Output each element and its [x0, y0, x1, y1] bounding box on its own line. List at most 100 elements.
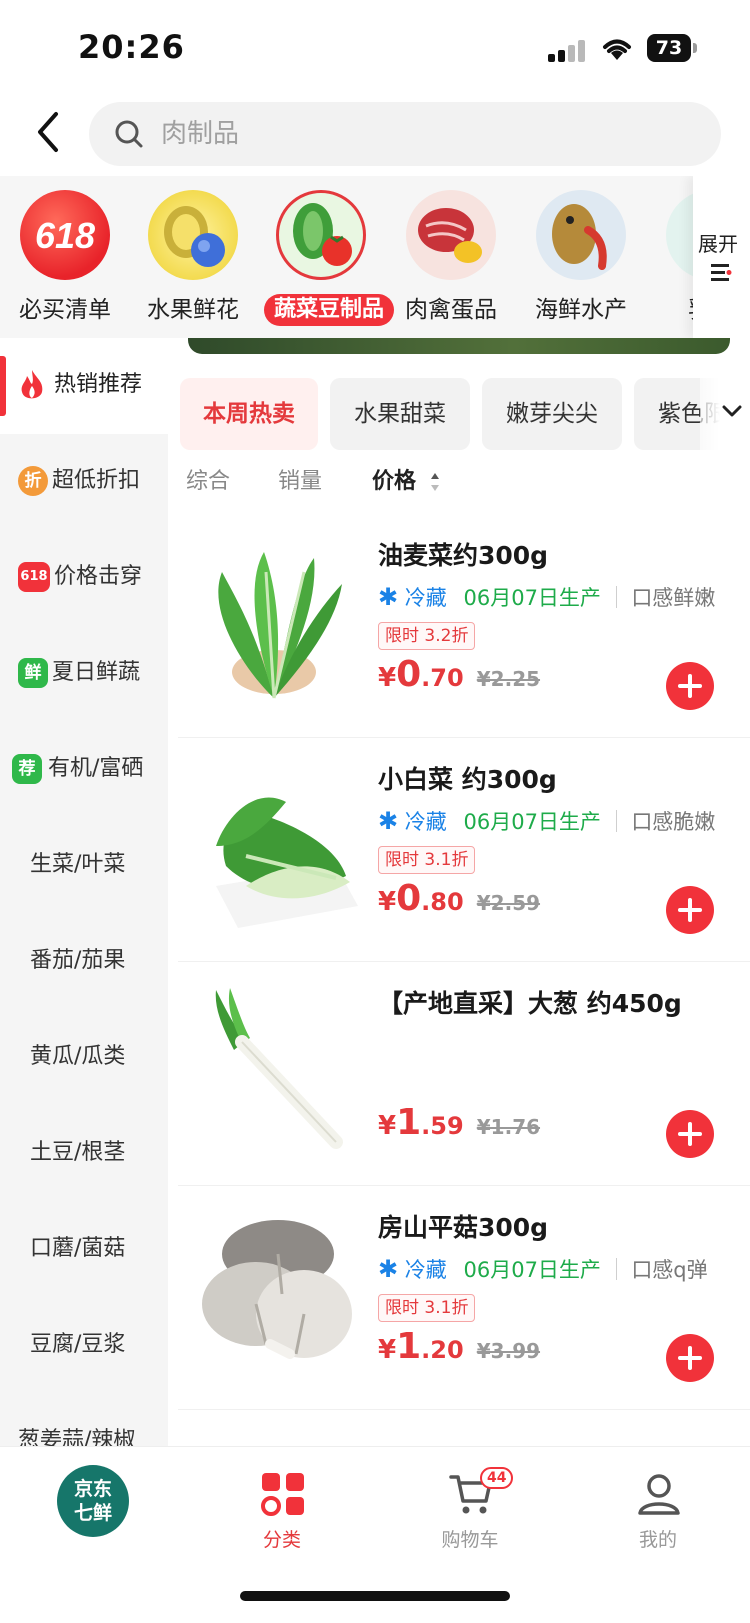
sidebar-item-label: 豆腐/豆浆 [30, 1332, 126, 1357]
logo-line-1: 京东 [73, 1478, 112, 1500]
price-currency: ¥ [378, 1335, 397, 1365]
original-price: ¥2.59 [476, 891, 541, 915]
add-to-cart-button[interactable] [666, 886, 714, 934]
sidebar-item-discount[interactable]: 折 超低折扣 [0, 434, 168, 530]
category-label: 水果鲜花 [147, 297, 239, 323]
snowflake-icon: ✱ [378, 1255, 399, 1283]
sidebar-item-mushroom[interactable]: 口蘑/菌菇 [0, 1202, 168, 1298]
tab-label: 我的 [638, 1529, 677, 1551]
price-row: ¥0.80 ¥2.59 [378, 878, 540, 934]
add-to-cart-button[interactable] [666, 1334, 714, 1382]
production-date: 06月07日生产 [463, 1258, 601, 1282]
sidebar-item-leafy[interactable]: 生菜/叶菜 [0, 818, 168, 914]
scallion-image [215, 988, 343, 1149]
price-currency: ¥ [378, 663, 397, 693]
search-icon [115, 120, 143, 148]
price-row: ¥1.59 ¥1.76 [378, 1102, 540, 1158]
sidebar-item-hot[interactable]: 热销推荐 [0, 338, 168, 434]
sidebar-item-cucumber[interactable]: 黄瓜/瓜类 [0, 1010, 168, 1106]
cart-count-badge: 44 [480, 1467, 514, 1489]
taste-label: 口感鲜嫩 [631, 586, 716, 610]
product-area: 本周热卖 水果甜菜 嫩芽尖尖 紫色限定 综合 销量 价格 油麦菜约300g [168, 338, 750, 1446]
sub-tag-row: 本周热卖 水果甜菜 嫩芽尖尖 紫色限定 [180, 378, 750, 450]
logo-line-2: 七鲜 [73, 1502, 112, 1524]
product-name: 油麦菜约300g [378, 541, 549, 570]
tab-label: 分类 [262, 1529, 301, 1551]
tag-more-button[interactable] [700, 378, 750, 450]
sidebar-item-tofu[interactable]: 豆腐/豆浆 [0, 1298, 168, 1394]
sidebar-item-summer-veg[interactable]: 鲜 夏日鲜蔬 [0, 626, 168, 722]
sidebar-item-organic[interactable]: 荐 有机/富硒 [0, 722, 168, 818]
add-to-cart-button[interactable] [666, 1110, 714, 1158]
battery-level: 73 [647, 34, 691, 62]
storage-label: 冷藏 [404, 810, 447, 834]
original-price: ¥2.25 [476, 667, 541, 691]
category-grid-icon [261, 1473, 304, 1516]
discount-badge-icon: 折 [18, 466, 48, 496]
price-row: ¥1.20 ¥3.99 [378, 1326, 540, 1382]
sidebar-item-price-cut[interactable]: 618 价格击穿 [0, 530, 168, 626]
status-time: 20:26 [78, 28, 185, 66]
original-price: ¥1.76 [476, 1115, 541, 1139]
sort-sales[interactable]: 销量 [278, 466, 322, 498]
category-item-vegetable[interactable]: 蔬菜豆制品 [256, 188, 394, 338]
vegetable-image [276, 190, 366, 280]
product-name: 房山平菇300g [378, 1213, 549, 1242]
category-sidebar: 热销推荐 折 超低折扣 618 价格击穿 鲜 夏日鲜蔬 荐 有机/富硒 生菜/叶… [0, 338, 168, 1446]
price-currency: ¥ [378, 887, 397, 917]
tag-weekly-hot[interactable]: 本周热卖 [180, 378, 318, 450]
category-label: 肉禽蛋品 [405, 297, 497, 323]
sidebar-item-spice[interactable]: 葱姜蒜/辣椒 [0, 1394, 168, 1446]
product-card[interactable]: 油麦菜约300g ✱ 冷藏 06月07日生产 口感鲜嫩 限时 3.2折 ¥0.7… [178, 514, 750, 738]
discount-tag: 限时 3.1折 [378, 846, 476, 874]
category-item-fruit-flower[interactable]: 水果鲜花 [128, 188, 258, 338]
category-strip: 618 必买清单 水果鲜花 蔬菜豆制品 肉禽蛋品 海鲜水产 展开 [0, 176, 750, 338]
category-item-meat-egg[interactable]: 肉禽蛋品 [386, 188, 516, 338]
tab-mine[interactable]: 我的 [564, 1447, 750, 1567]
product-card[interactable]: 房山平菇300g ✱ 冷藏 06月07日生产 口感q弹 限时 3.1折 ¥1.2… [178, 1186, 750, 1410]
expand-label: 展开 [698, 232, 738, 256]
tab-label: 购物车 [441, 1529, 499, 1551]
discount-tag: 限时 3.2折 [378, 622, 476, 650]
back-icon[interactable] [28, 104, 68, 160]
promo-banner[interactable] [188, 338, 730, 354]
sort-price[interactable]: 价格 [372, 466, 416, 498]
storage-label: 冷藏 [404, 586, 447, 610]
sidebar-item-label: 夏日鲜蔬 [52, 660, 141, 685]
price-decimal: .80 [421, 888, 464, 916]
category-item-must-buy[interactable]: 618 必买清单 [0, 188, 130, 338]
sort-overall[interactable]: 综合 [186, 466, 230, 498]
battery-icon: 73 [647, 34, 697, 62]
category-item-seafood[interactable]: 海鲜水产 [516, 188, 646, 338]
618-promo-icon: 618 [20, 190, 110, 280]
sidebar-item-label: 番茄/茄果 [30, 948, 126, 973]
taste-label: 口感q弹 [631, 1258, 708, 1282]
bok-choy-image [216, 797, 358, 928]
tag-fruit-veg[interactable]: 水果甜菜 [330, 378, 470, 450]
sidebar-item-label: 超低折扣 [52, 468, 141, 493]
tab-category[interactable]: 分类 [188, 1447, 376, 1567]
svg-text:618: 618 [35, 215, 95, 256]
expand-button[interactable]: 展开 [693, 176, 750, 338]
search-placeholder: 肉制品 [161, 119, 240, 149]
taste-label: 口感脆嫩 [631, 810, 716, 834]
sidebar-item-label: 价格击穿 [54, 564, 143, 589]
tab-cart[interactable]: 44 购物车 [376, 1447, 564, 1567]
product-name: 小白菜 约300g [378, 765, 557, 794]
price-decimal: .70 [421, 664, 464, 692]
price-decimal: .20 [421, 1336, 464, 1364]
sort-row: 综合 销量 价格 [168, 454, 750, 510]
sidebar-item-potato[interactable]: 土豆/根茎 [0, 1106, 168, 1202]
cellular-signal-icon [548, 38, 586, 62]
product-card[interactable]: 【产地直采】大葱 约450g ¥1.59 ¥1.76 [178, 962, 750, 1186]
product-card[interactable]: 小白菜 约300g ✱ 冷藏 06月07日生产 口感脆嫩 限时 3.1折 ¥0.… [178, 738, 750, 962]
sidebar-item-tomato[interactable]: 番茄/茄果 [0, 914, 168, 1010]
oyster-mushroom-image [202, 1220, 352, 1359]
tag-sprouts[interactable]: 嫩芽尖尖 [482, 378, 622, 450]
sidebar-item-label: 葱姜蒜/辣椒 [18, 1428, 136, 1446]
search-input[interactable]: 肉制品 [89, 102, 721, 166]
tab-home[interactable]: 京东 七鲜 [0, 1447, 188, 1567]
price-integer: 1 [396, 1326, 422, 1367]
add-to-cart-button[interactable] [666, 662, 714, 710]
price-integer: 1 [396, 1102, 422, 1143]
